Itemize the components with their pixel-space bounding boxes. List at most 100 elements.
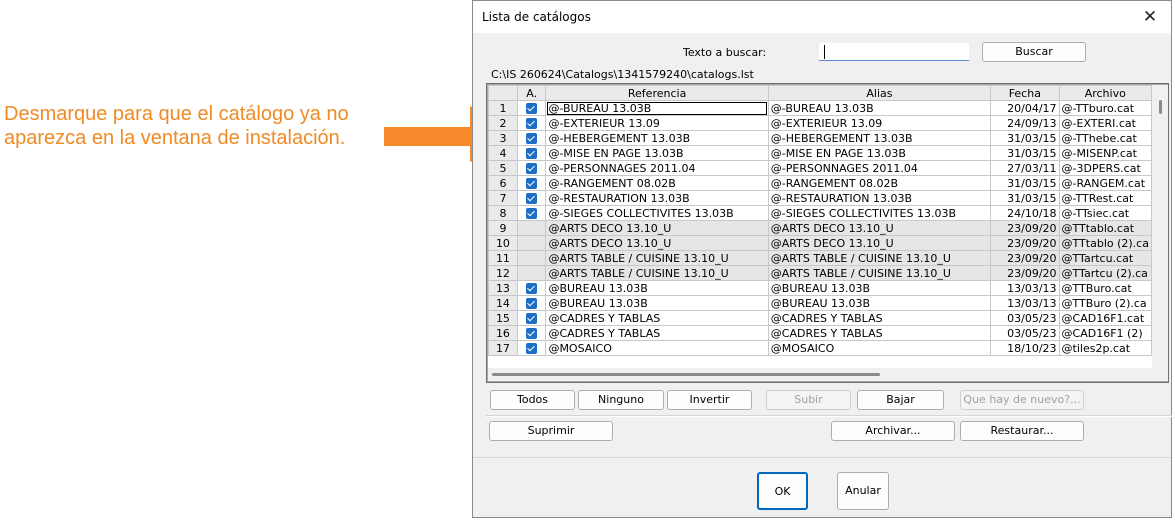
alias-cell[interactable]: @-MISE EN PAGE 13.03B <box>767 145 992 161</box>
reference-cell[interactable]: @ARTS TABLE / CUISINE 13.10_U <box>545 250 769 266</box>
search-button[interactable]: Buscar <box>982 42 1086 62</box>
active-checkbox-cell[interactable] <box>516 250 547 266</box>
reference-cell[interactable]: @CADRES Y TABLAS <box>545 310 769 326</box>
alias-cell[interactable]: @-RANGEMENT 08.02B <box>767 175 992 191</box>
table-row[interactable]: 13 @BUREAU 13.03B @BUREAU 13.03B 13/03/13 @T… <box>488 280 1152 296</box>
header-file[interactable]: Archivo <box>1058 85 1152 101</box>
horizontal-scroll-thumb[interactable] <box>492 373 880 376</box>
active-checkbox-cell[interactable] <box>516 310 547 326</box>
search-input[interactable] <box>819 43 969 61</box>
date-cell[interactable]: 24/09/13 <box>990 115 1060 131</box>
date-cell[interactable]: 03/05/23 <box>990 310 1060 326</box>
file-cell[interactable]: @-EXTERI.cat <box>1058 115 1152 131</box>
table-row[interactable]: 10 @ARTS DECO 13.10_U @ARTS DECO 13.10_U 23… <box>488 235 1152 251</box>
active-checkbox-cell[interactable] <box>516 295 547 311</box>
alias-cell[interactable]: @BUREAU 13.03B <box>767 280 992 296</box>
file-cell[interactable]: @TTtablo (2).ca <box>1058 235 1152 251</box>
alias-cell[interactable]: @MOSAICO <box>767 340 992 356</box>
reference-cell[interactable]: @-BUREAU 13.03B <box>545 100 769 116</box>
checkbox-checked-icon[interactable] <box>526 193 538 204</box>
select-all-button[interactable]: Todos <box>490 390 575 410</box>
file-cell[interactable]: @TTBuro (2).ca <box>1058 295 1152 311</box>
delete-button[interactable]: Suprimir <box>489 421 613 441</box>
file-cell[interactable]: @TTartcu.cat <box>1058 250 1152 266</box>
reference-cell[interactable]: @ARTS DECO 13.10_U <box>545 220 769 236</box>
move-down-button[interactable]: Bajar <box>857 390 944 410</box>
checkbox-checked-icon[interactable] <box>526 343 538 354</box>
date-cell[interactable]: 31/03/15 <box>990 190 1060 206</box>
reference-cell[interactable]: @BUREAU 13.03B <box>545 280 769 296</box>
date-cell[interactable]: 27/03/11 <box>990 160 1060 176</box>
reference-cell[interactable]: @ARTS TABLE / CUISINE 13.10_U <box>545 265 769 281</box>
reference-cell[interactable]: @-RANGEMENT 08.02B <box>545 175 769 191</box>
date-cell[interactable]: 20/04/17 <box>990 100 1060 116</box>
date-cell[interactable]: 31/03/15 <box>990 145 1060 161</box>
table-row[interactable]: 3 @-HEBERGEMENT 13.03B @-HEBERGEMENT 13.03… <box>488 130 1152 146</box>
reference-cell[interactable]: @ARTS DECO 13.10_U <box>545 235 769 251</box>
checkbox-checked-icon[interactable] <box>526 313 538 324</box>
active-checkbox-cell[interactable] <box>516 115 547 131</box>
active-checkbox-cell[interactable] <box>516 205 547 221</box>
active-checkbox-cell[interactable] <box>516 130 547 146</box>
active-checkbox-cell[interactable] <box>516 340 547 356</box>
checkbox-checked-icon[interactable] <box>526 208 538 219</box>
file-cell[interactable]: @CAD16F1.cat <box>1058 310 1152 326</box>
archive-button[interactable]: Archivar... <box>831 421 955 441</box>
reference-cell[interactable]: @CADRES Y TABLAS <box>545 325 769 341</box>
file-cell[interactable]: @-3DPERS.cat <box>1058 160 1152 176</box>
alias-cell[interactable]: @-SIEGES COLLECTIVITES 13.03B <box>767 205 992 221</box>
file-cell[interactable]: @TTBuro.cat <box>1058 280 1152 296</box>
horizontal-scrollbar[interactable] <box>488 368 1168 381</box>
date-cell[interactable]: 23/09/20 <box>990 220 1060 236</box>
restore-button[interactable]: Restaurar... <box>960 421 1084 441</box>
alias-cell[interactable]: @ARTS TABLE / CUISINE 13.10_U <box>767 250 992 266</box>
vertical-scroll-thumb[interactable] <box>1159 100 1162 114</box>
select-none-button[interactable]: Ninguno <box>578 390 664 410</box>
reference-cell[interactable]: @-MISE EN PAGE 13.03B <box>545 145 769 161</box>
header-reference[interactable]: Referencia <box>545 85 769 101</box>
table-row[interactable]: 7 @-RESTAURATION 13.03B @-RESTAURATION 13.… <box>488 190 1152 206</box>
table-row[interactable]: 9 @ARTS DECO 13.10_U @ARTS DECO 13.10_U 23/… <box>488 220 1152 236</box>
date-cell[interactable]: 23/09/20 <box>990 235 1060 251</box>
alias-cell[interactable]: @ARTS TABLE / CUISINE 13.10_U <box>767 265 992 281</box>
file-cell[interactable]: @-TTburo.cat <box>1058 100 1152 116</box>
date-cell[interactable]: 23/09/20 <box>990 265 1060 281</box>
date-cell[interactable]: 23/09/20 <box>990 250 1060 266</box>
reference-cell[interactable]: @-RESTAURATION 13.03B <box>545 190 769 206</box>
move-up-button[interactable]: Subir <box>766 390 851 410</box>
file-cell[interactable]: @CAD16F1 (2) <box>1058 325 1152 341</box>
header-date[interactable]: Fecha <box>990 85 1060 101</box>
alias-cell[interactable]: @ARTS DECO 13.10_U <box>767 235 992 251</box>
header-active[interactable]: A. <box>516 85 547 101</box>
alias-cell[interactable]: @-RESTAURATION 13.03B <box>767 190 992 206</box>
date-cell[interactable]: 13/03/13 <box>990 280 1060 296</box>
active-checkbox-cell[interactable] <box>516 190 547 206</box>
table-row[interactable]: 2 @-EXTERIEUR 13.09 @-EXTERIEUR 13.09 24/09… <box>488 115 1152 131</box>
alias-cell[interactable]: @-BUREAU 13.03B <box>767 100 992 116</box>
table-row[interactable]: 11 @ARTS TABLE / CUISINE 13.10_U @ARTS TAB… <box>488 250 1152 266</box>
checkbox-checked-icon[interactable] <box>526 103 538 114</box>
invert-button[interactable]: Invertir <box>667 390 752 410</box>
reference-cell[interactable]: @BUREAU 13.03B <box>545 295 769 311</box>
active-checkbox-cell[interactable] <box>516 280 547 296</box>
reference-cell[interactable]: @-SIEGES COLLECTIVITES 13.03B <box>545 205 769 221</box>
reference-cell[interactable]: @-HEBERGEMENT 13.03B <box>545 130 769 146</box>
alias-cell[interactable]: @-PERSONNAGES 2011.04 <box>767 160 992 176</box>
vertical-scrollbar[interactable] <box>1152 85 1168 368</box>
date-cell[interactable]: 24/10/18 <box>990 205 1060 221</box>
active-checkbox-cell[interactable] <box>516 235 547 251</box>
active-checkbox-cell[interactable] <box>516 175 547 191</box>
table-row[interactable]: 17 @MOSAICO @MOSAICO 18/10/23 @tiles2p.cat <box>488 340 1152 356</box>
date-cell[interactable]: 03/05/23 <box>990 325 1060 341</box>
table-row[interactable]: 6 @-RANGEMENT 08.02B @-RANGEMENT 08.02B 31/… <box>488 175 1152 191</box>
file-cell[interactable]: @-TThebe.cat <box>1058 130 1152 146</box>
active-checkbox-cell[interactable] <box>516 145 547 161</box>
file-cell[interactable]: @-MISENP.cat <box>1058 145 1152 161</box>
table-row[interactable]: 8 @-SIEGES COLLECTIVITES 13.03B @-SIEGES C… <box>488 205 1152 221</box>
date-cell[interactable]: 13/03/13 <box>990 295 1060 311</box>
close-icon[interactable]: ✕ <box>1139 6 1161 28</box>
active-checkbox-cell[interactable] <box>516 325 547 341</box>
file-cell[interactable]: @-RANGEM.cat <box>1058 175 1152 191</box>
checkbox-checked-icon[interactable] <box>526 118 538 129</box>
checkbox-checked-icon[interactable] <box>526 148 538 159</box>
